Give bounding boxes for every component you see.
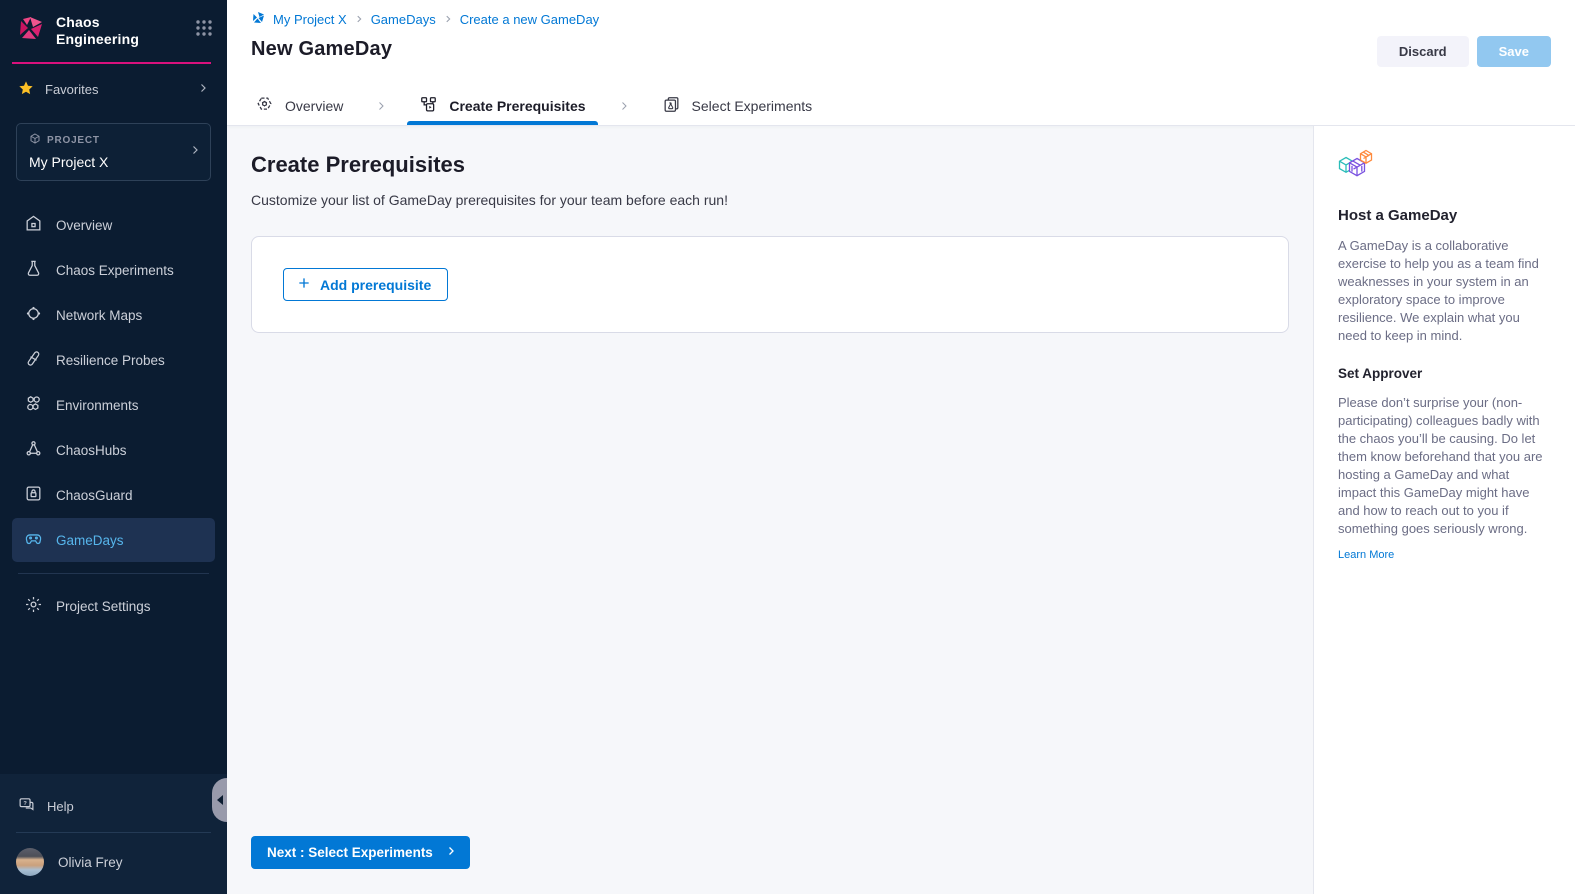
chevron-right-icon bbox=[600, 100, 648, 112]
network-map-icon bbox=[24, 304, 43, 326]
chevron-right-icon bbox=[357, 100, 405, 112]
next-select-experiments-button[interactable]: Next : Select Experiments bbox=[251, 836, 470, 869]
breadcrumb-link-create-gameday[interactable]: Create a new GameDay bbox=[460, 12, 599, 27]
header-actions: Discard Save bbox=[1377, 36, 1551, 67]
sidebar-item-label: GameDays bbox=[56, 533, 124, 548]
sidebar-item-label: Resilience Probes bbox=[56, 353, 165, 368]
tab-label: Create Prerequisites bbox=[449, 98, 585, 114]
sidebar-item-environments[interactable]: Environments bbox=[12, 383, 215, 427]
user-profile[interactable]: Olivia Frey bbox=[0, 835, 227, 894]
chevron-right-icon bbox=[354, 14, 364, 24]
sidebar-item-chaos-experiments[interactable]: Chaos Experiments bbox=[12, 248, 215, 292]
hub-icon bbox=[24, 439, 43, 461]
sidebar-bottom-section: ? Help Olivia Frey bbox=[0, 774, 227, 894]
save-button[interactable]: Save bbox=[1477, 36, 1551, 67]
page-title: New GameDay bbox=[251, 38, 392, 61]
sidebar: Chaos Engineering Favorites bbox=[0, 0, 227, 894]
sidebar-item-label: Chaos Experiments bbox=[56, 263, 174, 278]
favorites-row[interactable]: Favorites bbox=[0, 64, 227, 113]
breadcrumb: My Project X GameDays Create a new GameD… bbox=[251, 10, 1551, 28]
environments-icon bbox=[24, 394, 43, 416]
wizard-tabbar: Overview Create Prerequisites Select Exp… bbox=[227, 87, 1575, 126]
main-column: My Project X GameDays Create a new GameD… bbox=[227, 0, 1575, 894]
user-name: Olivia Frey bbox=[58, 855, 123, 870]
probe-icon bbox=[24, 349, 43, 371]
help-panel: Host a GameDay A GameDay is a collaborat… bbox=[1313, 126, 1575, 894]
app-window: Chaos Engineering Favorites bbox=[0, 0, 1575, 894]
cube-icon bbox=[29, 133, 41, 148]
sidebar-item-chaoshubs[interactable]: ChaosHubs bbox=[12, 428, 215, 472]
gamepad-icon bbox=[24, 529, 43, 551]
project-name: My Project X bbox=[29, 154, 184, 170]
favorites-label: Favorites bbox=[45, 82, 98, 97]
section-heading: Create Prerequisites bbox=[251, 152, 1289, 178]
sidebar-collapse-handle[interactable] bbox=[212, 778, 227, 822]
help-panel-title: Host a GameDay bbox=[1338, 207, 1551, 224]
tab-create-prerequisites[interactable]: Create Prerequisites bbox=[405, 87, 599, 125]
sidebar-item-chaosguard[interactable]: ChaosGuard bbox=[12, 473, 215, 517]
chevron-left-icon bbox=[216, 795, 224, 805]
tab-label: Overview bbox=[285, 98, 343, 114]
sidebar-item-resilience-probes[interactable]: Resilience Probes bbox=[12, 338, 215, 382]
svg-text:?: ? bbox=[23, 801, 27, 807]
prerequisites-section: Create Prerequisites Customize your list… bbox=[227, 126, 1313, 894]
brand-title: Chaos Engineering bbox=[56, 14, 139, 48]
sidebar-item-project-settings[interactable]: Project Settings bbox=[12, 584, 215, 628]
sidebar-item-overview[interactable]: Overview bbox=[12, 203, 215, 247]
chevron-right-icon bbox=[189, 143, 201, 161]
discard-button[interactable]: Discard bbox=[1377, 36, 1469, 67]
chevron-right-icon bbox=[443, 14, 453, 24]
divider bbox=[16, 832, 211, 833]
add-prerequisite-label: Add prerequisite bbox=[320, 277, 431, 293]
breadcrumb-link-project[interactable]: My Project X bbox=[273, 12, 347, 27]
experiments-tab-icon bbox=[662, 95, 681, 117]
tab-overview[interactable]: Overview bbox=[241, 87, 357, 125]
sidebar-divider bbox=[18, 573, 209, 574]
tab-select-experiments[interactable]: Select Experiments bbox=[648, 87, 827, 125]
avatar bbox=[16, 848, 44, 876]
project-logo-icon bbox=[251, 10, 266, 28]
prerequisites-tab-icon bbox=[419, 95, 438, 117]
sidebar-item-gamedays[interactable]: GameDays bbox=[12, 518, 215, 562]
sidebar-nav: Overview Chaos Experiments Network Maps … bbox=[0, 187, 227, 562]
prerequisites-card: Add prerequisite bbox=[251, 236, 1289, 333]
sidebar-item-label: Project Settings bbox=[56, 599, 151, 614]
help-label: Help bbox=[47, 799, 74, 814]
sidebar-item-network-maps[interactable]: Network Maps bbox=[12, 293, 215, 337]
help-chat-icon: ? bbox=[18, 796, 35, 816]
home-icon bbox=[24, 214, 43, 236]
chevron-right-icon bbox=[445, 845, 457, 860]
plus-icon bbox=[297, 276, 311, 293]
flask-icon bbox=[24, 259, 43, 281]
next-button-label: Next : Select Experiments bbox=[267, 845, 433, 860]
star-icon bbox=[18, 80, 34, 99]
chevron-right-icon bbox=[197, 82, 209, 97]
cubes-illustration-icon bbox=[1338, 149, 1551, 188]
lock-icon bbox=[24, 484, 43, 506]
add-prerequisite-button[interactable]: Add prerequisite bbox=[283, 268, 448, 301]
help-panel-section-body: Please don’t surprise your (non-particip… bbox=[1338, 394, 1551, 538]
content-area: Create Prerequisites Customize your list… bbox=[227, 126, 1575, 894]
overview-tab-icon bbox=[255, 95, 274, 117]
page-header: My Project X GameDays Create a new GameD… bbox=[227, 0, 1575, 87]
sidebar-item-label: Overview bbox=[56, 218, 112, 233]
chaos-engineering-logo-icon bbox=[16, 13, 46, 48]
breadcrumb-link-gamedays[interactable]: GameDays bbox=[371, 12, 436, 27]
sidebar-item-label: ChaosGuard bbox=[56, 488, 133, 503]
help-panel-intro: A GameDay is a collaborative exercise to… bbox=[1338, 237, 1551, 345]
brand-header: Chaos Engineering bbox=[0, 0, 227, 59]
module-grid-icon[interactable] bbox=[195, 19, 213, 42]
section-subtitle: Customize your list of GameDay prerequis… bbox=[251, 192, 1289, 208]
learn-more-link[interactable]: Learn More bbox=[1338, 549, 1394, 561]
project-selector[interactable]: PROJECT My Project X bbox=[16, 123, 211, 181]
tab-label: Select Experiments bbox=[692, 98, 813, 114]
project-label-row: PROJECT bbox=[29, 133, 184, 148]
help-panel-section-title: Set Approver bbox=[1338, 366, 1551, 381]
project-label: PROJECT bbox=[47, 135, 100, 146]
help-button[interactable]: ? Help bbox=[0, 782, 227, 830]
sidebar-item-label: Network Maps bbox=[56, 308, 142, 323]
sidebar-item-label: Environments bbox=[56, 398, 139, 413]
gear-icon bbox=[24, 595, 43, 617]
sidebar-item-label: ChaosHubs bbox=[56, 443, 127, 458]
